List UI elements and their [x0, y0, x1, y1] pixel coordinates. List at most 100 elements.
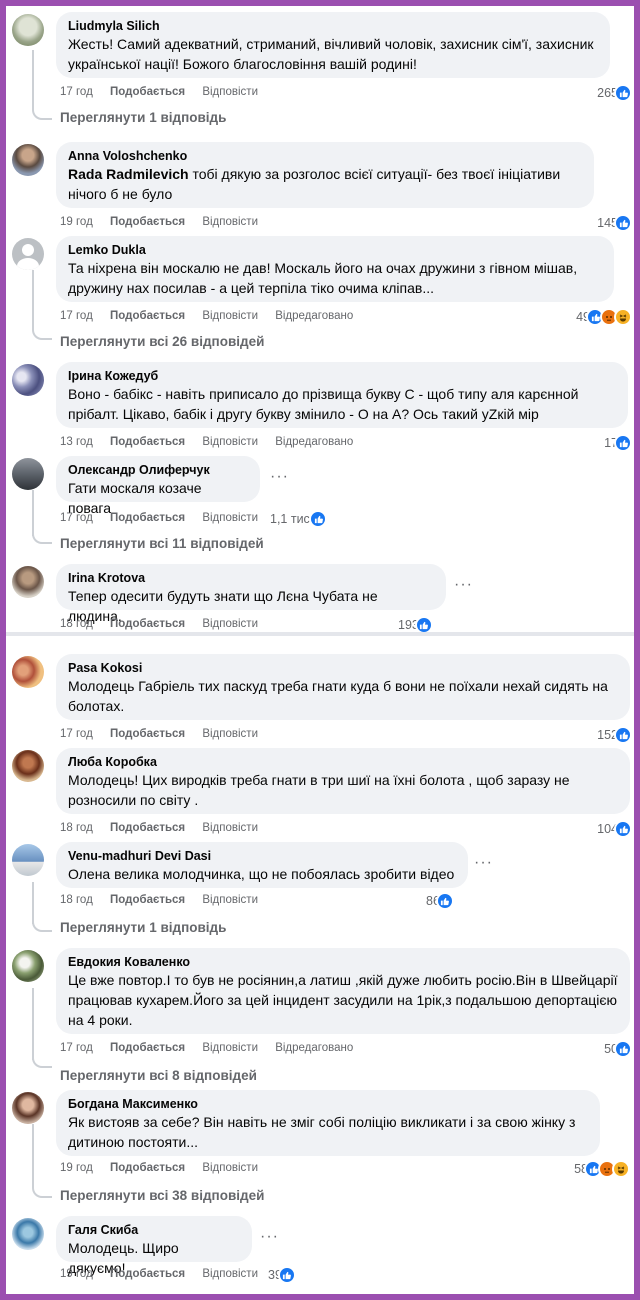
like-button[interactable]: Подобається [110, 1042, 185, 1054]
comment-actions: 18 год Подобається Відповісти [60, 894, 272, 906]
comment-text: Молодець! Цих виродків треба гнати в три… [68, 772, 570, 808]
comment-time[interactable]: 18 год [60, 822, 93, 834]
view-replies-link[interactable]: Переглянути всі 26 відповідей [60, 334, 264, 349]
comment-author[interactable]: Lemko Dukla [68, 242, 602, 258]
reaction-count[interactable]: 50 [604, 1040, 632, 1058]
reply-button[interactable]: Відповісти [202, 1268, 258, 1280]
like-button[interactable]: Подобається [110, 822, 185, 834]
reaction-count[interactable]: 1,1 тис. [270, 510, 328, 528]
comment-author[interactable]: Pasa Kokosi [68, 660, 618, 676]
reaction-count[interactable]: 17 [604, 434, 632, 452]
avatar[interactable] [12, 458, 44, 490]
comment-author[interactable]: Богдана Максименко [68, 1096, 588, 1112]
comment-time[interactable]: 18 год [60, 894, 93, 906]
avatar[interactable] [12, 656, 44, 688]
like-reaction-icon [614, 434, 632, 452]
comment-actions: 17 год Подобається Відповісти Відредагов… [60, 1042, 367, 1054]
reaction-count[interactable]: 193 [398, 616, 433, 632]
like-button[interactable]: Подобається [110, 86, 185, 98]
comment-time[interactable]: 17 год [60, 512, 93, 524]
like-reaction-icon [614, 726, 632, 744]
reply-button[interactable]: Відповісти [202, 728, 258, 740]
comment-text: Олена велика молодчинка, що не побоялась… [68, 866, 455, 882]
more-options-icon[interactable]: ··· [454, 576, 473, 594]
comment-author[interactable]: Олександр Олиферчук [68, 462, 248, 478]
reaction-count[interactable]: 265 [597, 84, 632, 102]
reply-button[interactable]: Відповісти [202, 894, 258, 906]
comment-time[interactable]: 19 год [60, 1268, 93, 1280]
comment-time[interactable]: 19 год [60, 1162, 93, 1174]
like-button[interactable]: Подобається [110, 618, 185, 630]
like-button[interactable]: Подобається [110, 1268, 185, 1280]
avatar[interactable] [12, 1092, 44, 1124]
avatar[interactable] [12, 238, 44, 270]
reply-button[interactable]: Відповісти [202, 216, 258, 228]
comment-actions: 19 год Подобається Відповісти [60, 216, 272, 228]
comment-time[interactable]: 13 год [60, 436, 93, 448]
comment-bubble: Liudmyla Silich Жесть! Самий адекватний,… [56, 12, 610, 78]
avatar[interactable] [12, 14, 44, 46]
reaction-count[interactable]: 145 [597, 214, 632, 232]
mention-link[interactable]: Rada Radmilevich [68, 166, 189, 182]
comment-time[interactable]: 18 год [60, 618, 93, 630]
reaction-count[interactable]: 86 [426, 892, 454, 910]
comment-bubble: Ірина Кожедуб Воно - бабікс - навіть при… [56, 362, 628, 428]
reply-button[interactable]: Відповісти [202, 822, 258, 834]
comment-time[interactable]: 19 год [60, 216, 93, 228]
reaction-count[interactable]: 104 [597, 820, 632, 838]
view-replies-link[interactable]: Переглянути 1 відповідь [60, 110, 226, 125]
reply-button[interactable]: Відповісти [202, 86, 258, 98]
reply-button[interactable]: Відповісти [202, 1162, 258, 1174]
like-reaction-icon [414, 616, 433, 632]
comment-bubble: Pasa Kokosi Молодець Габріель тих паскуд… [56, 654, 630, 720]
view-replies-link[interactable]: Переглянути всі 11 відповідей [60, 536, 264, 551]
more-options-icon[interactable]: ··· [474, 854, 493, 872]
reaction-count[interactable]: 58 [574, 1160, 630, 1178]
view-replies-link[interactable]: Переглянути всі 8 відповідей [60, 1068, 257, 1083]
like-button[interactable]: Подобається [110, 512, 185, 524]
like-button[interactable]: Подобається [110, 1162, 185, 1174]
view-replies-link[interactable]: Переглянути всі 38 відповідей [60, 1188, 264, 1203]
avatar[interactable] [12, 144, 44, 176]
reply-button[interactable]: Відповісти [202, 310, 258, 322]
comment-time[interactable]: 17 год [60, 86, 93, 98]
reply-button[interactable]: Відповісти [202, 512, 258, 524]
more-options-icon[interactable]: ··· [260, 1228, 279, 1246]
avatar[interactable] [12, 750, 44, 782]
reply-button[interactable]: Відповісти [202, 436, 258, 448]
reaction-count[interactable]: 39 [268, 1266, 296, 1284]
avatar[interactable] [12, 566, 44, 598]
edited-label: Відредаговано [275, 310, 354, 322]
like-reaction-icon [614, 84, 632, 102]
more-options-icon[interactable]: ··· [270, 468, 289, 486]
like-button[interactable]: Подобається [110, 436, 185, 448]
comment-author[interactable]: Евдокия Коваленко [68, 954, 618, 970]
avatar[interactable] [12, 844, 44, 876]
avatar[interactable] [12, 1218, 44, 1250]
like-button[interactable]: Подобається [110, 728, 185, 740]
like-button[interactable]: Подобається [110, 894, 185, 906]
like-button[interactable]: Подобається [110, 216, 185, 228]
reply-button[interactable]: Відповісти [202, 618, 258, 630]
comment-author[interactable]: Люба Коробка [68, 754, 618, 770]
comment-author[interactable]: Irina Krotova [68, 570, 434, 586]
avatar[interactable] [12, 364, 44, 396]
haha-reaction-icon [614, 308, 632, 326]
comment-author[interactable]: Venu-madhuri Devi Dasi [68, 848, 456, 864]
comment-time[interactable]: 17 год [60, 728, 93, 740]
comment-author[interactable]: Ірина Кожедуб [68, 368, 616, 384]
view-replies-link[interactable]: Переглянути 1 відповідь [60, 920, 226, 935]
reaction-count[interactable]: 152 [597, 726, 632, 744]
reaction-count[interactable]: 49 [576, 308, 632, 326]
reply-button[interactable]: Відповісти [202, 1042, 258, 1054]
comment-author[interactable]: Галя Скиба [68, 1222, 240, 1238]
comment-time[interactable]: 17 год [60, 1042, 93, 1054]
comment-actions: 17 год Подобається Відповісти [60, 86, 272, 98]
comment-author[interactable]: Anna Voloshchenko [68, 148, 582, 164]
avatar[interactable] [12, 950, 44, 982]
comment-author[interactable]: Liudmyla Silich [68, 18, 598, 34]
comment-bubble: Venu-madhuri Devi Dasi Олена велика моло… [56, 842, 468, 888]
comment-time[interactable]: 17 год [60, 310, 93, 322]
comment-text: Та ніхрена він москалю не дав! Москаль й… [68, 260, 578, 296]
like-button[interactable]: Подобається [110, 310, 185, 322]
